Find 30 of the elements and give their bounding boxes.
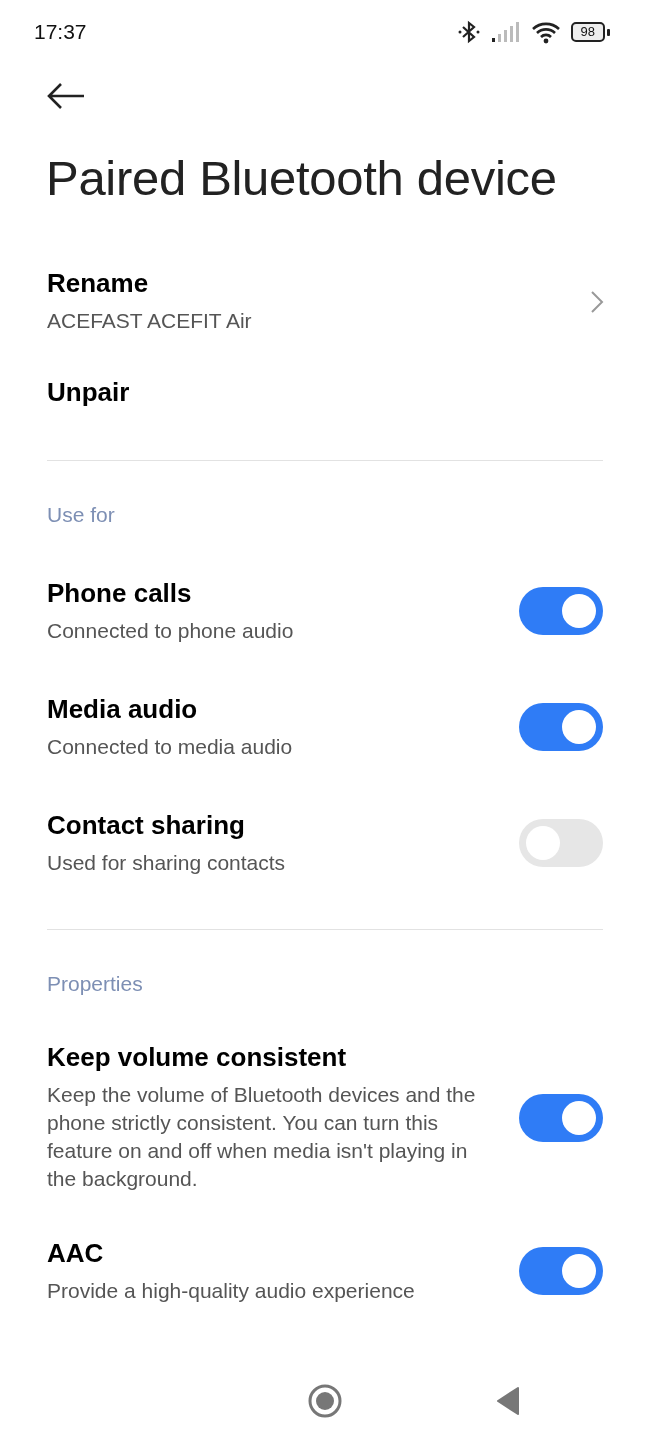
setting-label: Contact sharing — [47, 809, 246, 841]
page-title: Paired Bluetooth device — [46, 150, 558, 206]
section-header: Use for — [47, 503, 116, 527]
toggle-switch[interactable] — [519, 703, 603, 751]
toggle-switch[interactable] — [519, 819, 603, 867]
setting-description: Keep the volume of Bluetooth devices and the phone strictly consistent. You can turn this feature on and off when media isn't playing in the background. — [47, 1082, 477, 1192]
home-button-icon[interactable] — [308, 1384, 342, 1418]
toggle-switch[interactable] — [519, 587, 603, 635]
setting-label: AAC — [47, 1237, 105, 1269]
toggle-switch[interactable] — [519, 1093, 603, 1142]
bluetooth-icon — [456, 20, 481, 44]
wifi-icon — [530, 20, 561, 44]
setting-value: ACEFAST ACEFIT Air — [47, 308, 252, 334]
setting-label: Media audio — [47, 693, 199, 725]
setting-label[interactable]: Rename — [47, 268, 252, 299]
setting-label: Keep volume consistent — [47, 1042, 348, 1073]
setting-description: Connected to media audio — [47, 733, 293, 760]
back-arrow-icon[interactable] — [46, 82, 86, 110]
setting-description: Used for sharing contacts — [47, 849, 286, 876]
signal-icon — [490, 21, 521, 43]
chevron-right-icon — [590, 289, 604, 314]
status-time: 17:37 — [34, 20, 87, 44]
battery-indicator: 98 — [570, 22, 610, 42]
back-button-icon[interactable] — [495, 1386, 522, 1416]
setting-label[interactable]: Unpair — [47, 377, 130, 408]
setting-description: Connected to phone audio — [47, 617, 294, 644]
section-header: Properties — [47, 972, 144, 996]
toggle-switch[interactable] — [519, 1247, 603, 1295]
setting-description: Provide a high-quality audio experience — [47, 1277, 415, 1304]
setting-label: Phone calls — [47, 577, 193, 609]
